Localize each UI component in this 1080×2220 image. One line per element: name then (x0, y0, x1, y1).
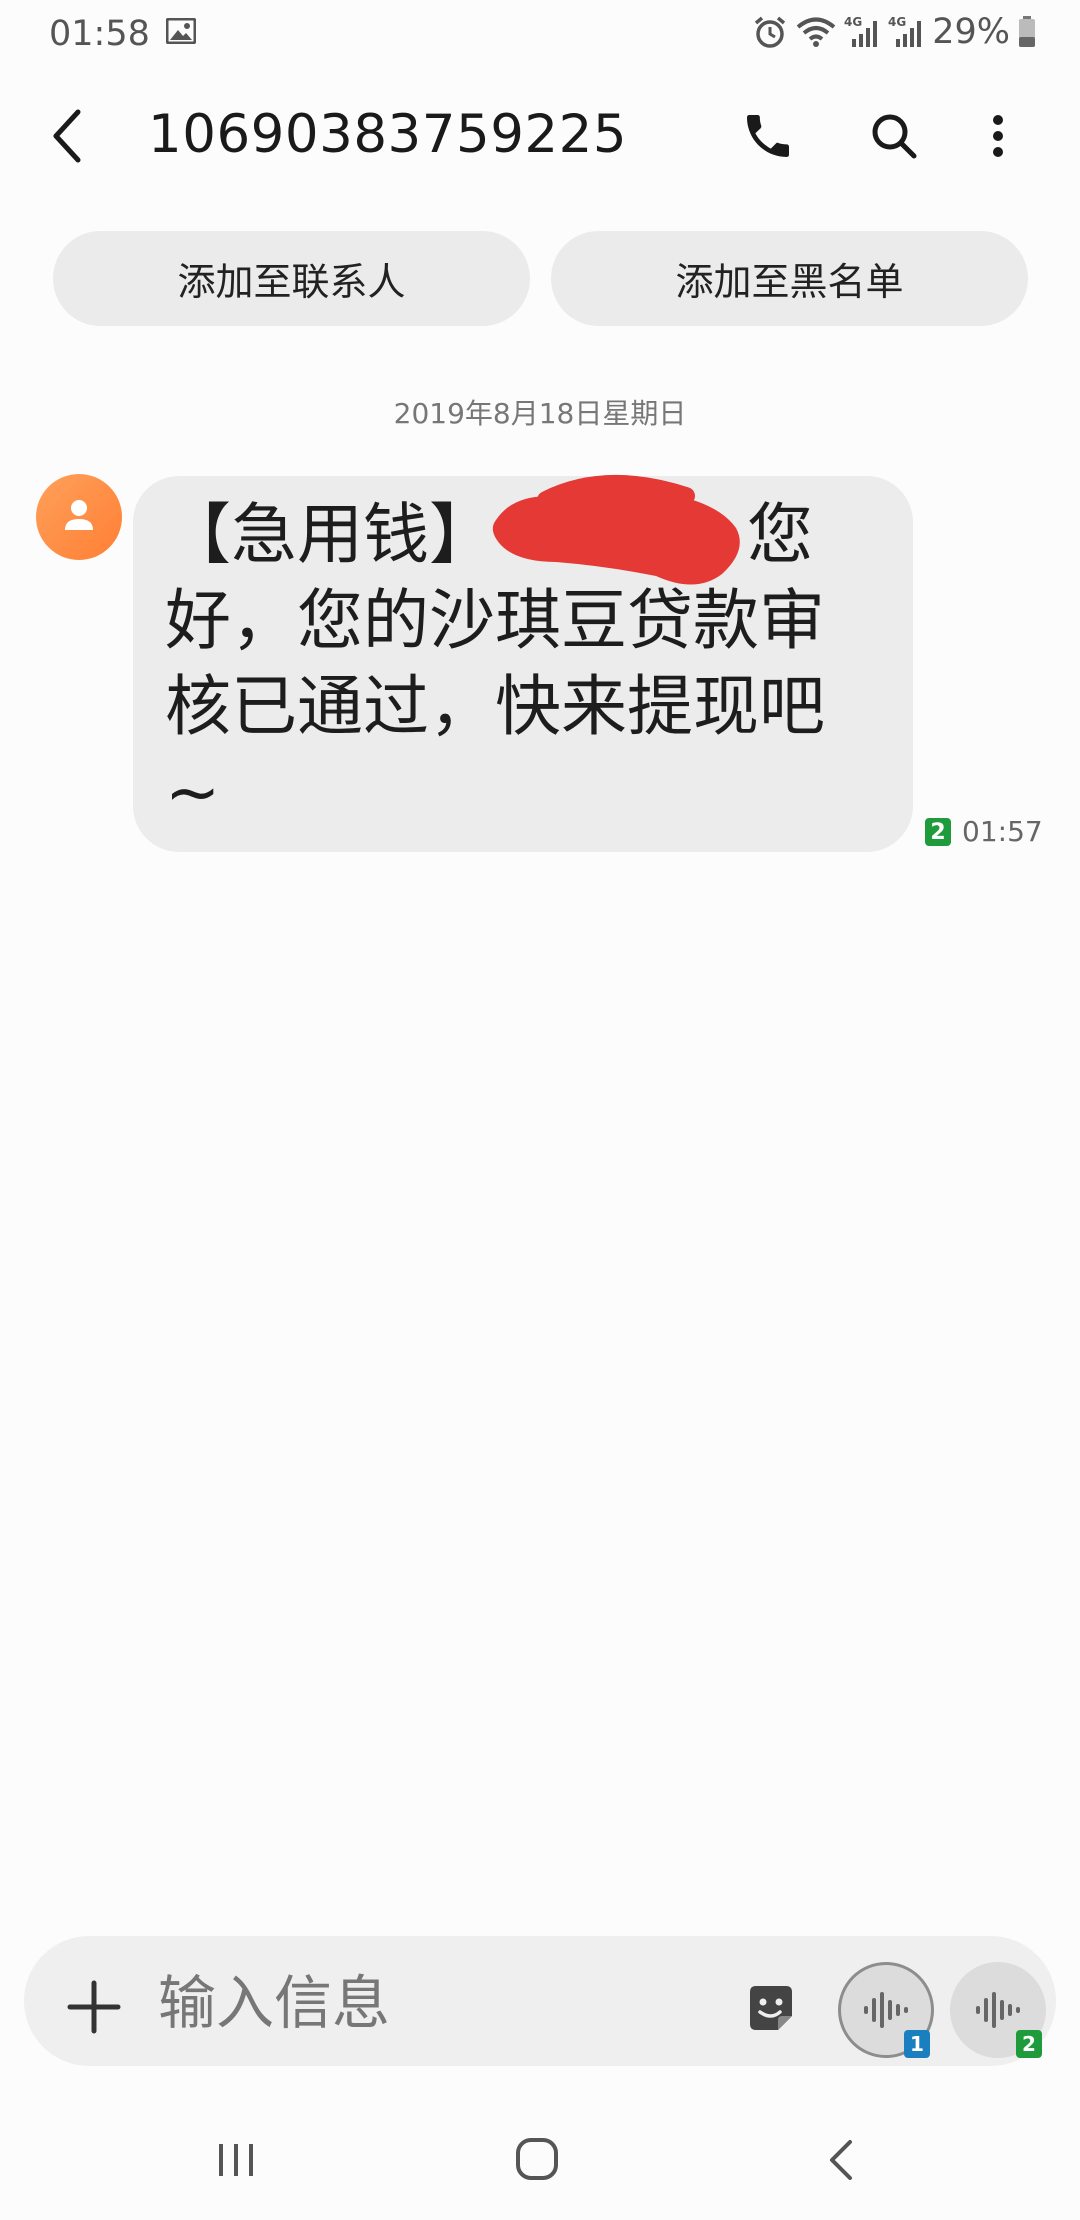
message-input[interactable] (158, 1960, 718, 2046)
more-vert-icon[interactable] (978, 108, 1018, 164)
date-separator: 2019年8月18日星期日 (393, 397, 687, 430)
alarm-icon (755, 16, 786, 48)
home-icon[interactable] (514, 2136, 560, 2182)
message-line: ~ (165, 754, 221, 831)
search-icon[interactable] (866, 108, 922, 164)
message-line: 核已通过，快来提现吧 (165, 668, 825, 745)
message-text: 您 (747, 496, 813, 573)
battery-icon (1019, 16, 1035, 47)
signal-4g-icon: 4G (844, 15, 878, 47)
signal-4g-icon: 4G (888, 15, 922, 47)
gallery-icon (166, 18, 196, 44)
waveform-icon (864, 1992, 908, 2028)
phone-icon[interactable] (740, 108, 796, 164)
waveform-icon (976, 1992, 1020, 2028)
avatar[interactable] (36, 474, 122, 560)
recents-icon[interactable] (214, 2138, 258, 2182)
redaction-scribble (492, 474, 740, 585)
plus-icon[interactable] (64, 1977, 124, 2037)
message-text: 【急用钱】 (165, 496, 495, 573)
svg-text:4G: 4G (888, 15, 906, 29)
back-arrow-icon[interactable] (44, 106, 92, 166)
status-time: 01:58 (49, 14, 150, 54)
svg-text:4G: 4G (844, 15, 862, 29)
sim-badge: 2 (925, 818, 951, 846)
wifi-icon (796, 17, 836, 47)
battery-percent: 29% (932, 12, 1010, 52)
sim1-badge: 1 (904, 2030, 930, 2058)
person-icon (65, 500, 93, 530)
contact-number: 10690383759225 (148, 104, 628, 165)
status-icons: 4G 4G 29% (752, 12, 1036, 52)
sticker-icon[interactable] (744, 1982, 798, 2036)
add-to-contacts-button[interactable]: 添加至联系人 (53, 231, 530, 326)
message-time: 01:57 (962, 815, 1043, 848)
sim2-badge: 2 (1016, 2030, 1042, 2058)
nav-back-icon[interactable] (822, 2136, 858, 2184)
add-to-blocklist-button[interactable]: 添加至黑名单 (551, 231, 1028, 326)
